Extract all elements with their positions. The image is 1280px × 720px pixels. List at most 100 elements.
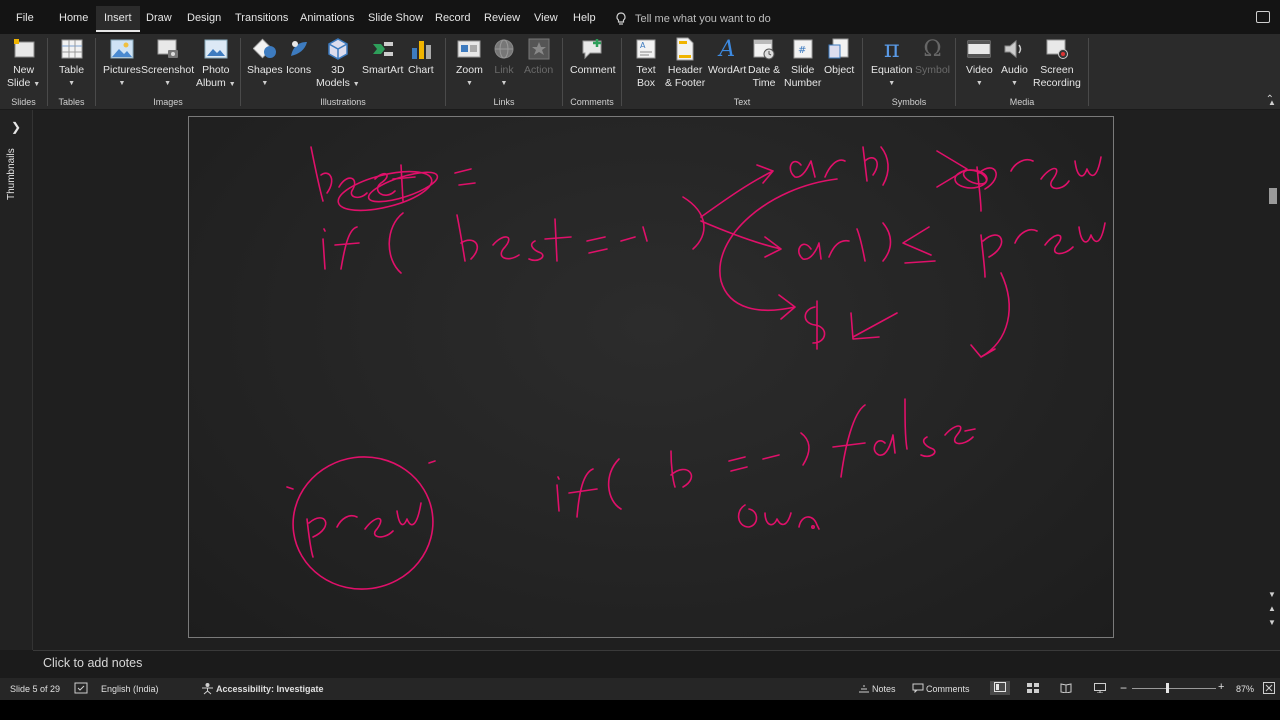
notes-toggle[interactable]: Notes xyxy=(872,684,896,694)
slide-canvas[interactable] xyxy=(188,116,1114,638)
next-slide-icon[interactable]: ▼ xyxy=(1268,618,1276,627)
photo-album-label-2: Album xyxy=(196,77,226,89)
shapes-button[interactable]: Shapes ▼ xyxy=(247,36,283,90)
3d-models-label-1: 3D xyxy=(331,64,345,76)
notes-icon[interactable] xyxy=(858,683,870,695)
zoom-slider-thumb[interactable] xyxy=(1166,683,1169,693)
tab-insert[interactable]: Insert xyxy=(96,6,140,32)
notes-placeholder: Click to add notes xyxy=(43,656,143,670)
chart-button[interactable]: Chart xyxy=(408,36,434,77)
reading-view-icon[interactable] xyxy=(1060,683,1072,695)
screen-recording-button[interactable]: Screen Recording xyxy=(1033,36,1081,90)
zoom-in-button[interactable]: + xyxy=(1218,681,1224,693)
header-footer-label-2: & Footer xyxy=(665,77,706,89)
table-button[interactable]: Table ▼ xyxy=(59,36,84,90)
ink-stroke xyxy=(620,226,648,242)
video-button[interactable]: Video ▼ xyxy=(966,36,993,90)
ink-stroke xyxy=(882,222,892,262)
pictures-icon xyxy=(110,36,134,62)
normal-view-icon[interactable] xyxy=(990,681,1010,695)
language-indicator[interactable]: English (India) xyxy=(101,684,159,694)
screenshot-button[interactable]: Screenshot ▼ xyxy=(141,36,194,90)
chevron-right-icon[interactable]: ❯ xyxy=(11,120,21,134)
slide-show-icon[interactable] xyxy=(1094,683,1106,695)
tab-slide-show[interactable]: Slide Show xyxy=(362,8,429,28)
ink-stroke xyxy=(1014,228,1038,244)
video-label: Video xyxy=(966,64,993,76)
group-label-illustrations: Illustrations xyxy=(320,97,366,107)
photo-album-icon xyxy=(204,36,228,62)
vertical-scrollbar[interactable]: ▲ ▼ ▲ ▼ xyxy=(1266,98,1280,650)
comments-pane-icon[interactable] xyxy=(1256,11,1270,23)
action-button[interactable]: Action xyxy=(524,36,553,77)
zoom-level[interactable]: 87% xyxy=(1236,684,1254,694)
group-label-slides: Slides xyxy=(11,97,36,107)
omega-icon: Ω xyxy=(923,36,942,62)
tab-file[interactable]: File xyxy=(10,8,40,28)
group-label-media: Media xyxy=(1009,97,1035,107)
wordart-icon: A xyxy=(719,36,736,62)
shapes-label: Shapes xyxy=(247,64,283,76)
comments-icon[interactable] xyxy=(912,683,924,695)
notes-pane[interactable]: Click to add notes xyxy=(33,650,1280,678)
ink-annotations xyxy=(286,146,1106,590)
zoom-out-button[interactable]: − xyxy=(1120,681,1127,695)
tab-home[interactable]: Home xyxy=(53,8,94,28)
equation-label: Equation xyxy=(871,64,913,76)
zoom-slider[interactable] xyxy=(1132,688,1216,689)
ink-stroke xyxy=(454,168,476,186)
ink-stroke xyxy=(310,146,333,202)
tab-draw[interactable]: Draw xyxy=(140,8,178,28)
text-box-button[interactable]: A Text Box xyxy=(634,36,658,90)
group-symbols: π Equation ▼ Ω Symbol Symbols xyxy=(863,34,955,110)
link-button[interactable]: Link ▼ xyxy=(492,36,516,90)
zoom-button[interactable]: Zoom ▼ xyxy=(456,36,483,90)
comment-button[interactable]: Comment xyxy=(570,36,616,77)
slide-number-button[interactable]: # Slide Number xyxy=(784,36,821,90)
pi-icon: π xyxy=(883,34,900,63)
header-footer-button[interactable]: Header & Footer xyxy=(665,36,705,90)
wordart-label: WordArt xyxy=(708,64,747,76)
tab-view[interactable]: View xyxy=(528,8,564,28)
screenshot-icon xyxy=(156,36,180,62)
3d-models-button[interactable]: 3D Models ▼ xyxy=(316,36,360,91)
group-label-text: Text xyxy=(733,97,751,107)
previous-slide-icon[interactable]: ▲ xyxy=(1268,604,1276,613)
ink-stroke xyxy=(980,234,1003,278)
ink-scribble xyxy=(954,169,988,189)
icons-button[interactable]: Icons xyxy=(286,36,311,77)
scroll-down-icon[interactable]: ▼ xyxy=(1268,590,1276,599)
wordart-button[interactable]: A WordArt xyxy=(708,36,746,77)
accessibility-icon[interactable] xyxy=(201,682,214,697)
spelling-check-icon[interactable] xyxy=(74,682,88,696)
tab-design[interactable]: Design xyxy=(181,8,227,28)
slide-sorter-icon[interactable] xyxy=(1027,683,1039,695)
scrollbar-thumb[interactable] xyxy=(1269,188,1277,204)
ink-stroke xyxy=(1074,156,1102,177)
tab-review[interactable]: Review xyxy=(478,8,526,28)
pictures-label: Pictures xyxy=(103,64,141,76)
photo-album-button[interactable]: Photo Album ▼ xyxy=(196,36,236,91)
tab-transitions[interactable]: Transitions xyxy=(229,8,294,28)
audio-button[interactable]: Audio ▼ xyxy=(1001,36,1028,90)
tab-animations[interactable]: Animations xyxy=(294,8,360,28)
object-icon xyxy=(827,36,851,62)
comments-toggle[interactable]: Comments xyxy=(926,684,970,694)
accessibility-status[interactable]: Accessibility: Investigate xyxy=(216,684,324,694)
fit-to-window-icon[interactable] xyxy=(1263,682,1275,696)
symbol-button[interactable]: Ω Symbol xyxy=(915,36,950,77)
equation-button[interactable]: π Equation ▼ xyxy=(871,36,912,90)
ink-stroke xyxy=(798,516,820,530)
date-time-button[interactable]: Date & Time xyxy=(748,36,780,90)
thumbnails-pane-collapsed[interactable]: ❯ Thumbnails xyxy=(0,110,33,650)
object-button[interactable]: Object xyxy=(824,36,854,77)
tell-me-search[interactable]: Tell me what you want to do xyxy=(615,12,771,26)
tab-help[interactable]: Help xyxy=(567,8,602,28)
text-box-label-1: Text xyxy=(636,64,656,76)
scroll-up-icon[interactable]: ▲ xyxy=(1268,98,1276,107)
tab-record[interactable]: Record xyxy=(429,8,476,28)
smartart-button[interactable]: SmartArt xyxy=(362,36,403,77)
pictures-button[interactable]: Pictures ▼ xyxy=(103,36,141,90)
new-slide-button[interactable]: New Slide ▼ xyxy=(7,36,40,91)
group-media: Video ▼ Audio ▼ Screen Recording Media xyxy=(956,34,1088,110)
